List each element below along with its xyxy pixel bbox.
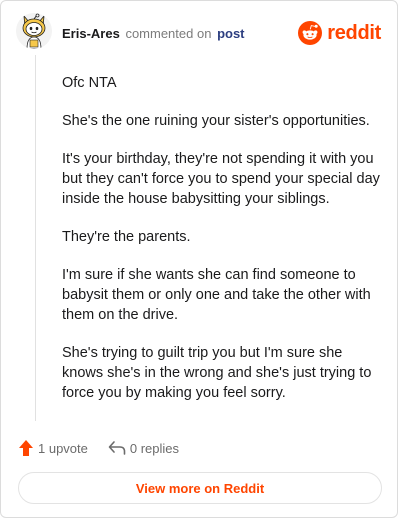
upvote-button[interactable]: 1 upvote (18, 439, 88, 457)
comment-paragraph: She's trying to guilt trip you but I'm s… (62, 345, 372, 401)
view-more-button[interactable]: View more on Reddit (18, 472, 382, 504)
upvote-arrow-icon (19, 440, 33, 456)
comment-body: Ofc NTA She's the one ruining your siste… (62, 73, 380, 421)
post-link[interactable]: post (217, 26, 244, 41)
reddit-logo[interactable]: reddit (298, 19, 381, 47)
comment-paragraph: Ofc NTA (62, 75, 117, 91)
comment-actions: 1 upvote 0 replies (18, 437, 179, 459)
comment-paragraph: She's the one ruining your sister's oppo… (62, 113, 370, 129)
comment-header: Eris-Ares commented on post reddit (16, 13, 383, 53)
author-link[interactable]: Eris-Ares (62, 26, 120, 41)
thread-line (35, 55, 36, 421)
replies-button[interactable]: 0 replies (108, 440, 179, 456)
reddit-wordmark: reddit (327, 21, 381, 44)
comment-paragraph: They're the parents. (62, 229, 191, 245)
snoo-avatar-icon[interactable] (16, 13, 52, 49)
comment-meta: Eris-Ares commented on post (62, 26, 245, 42)
embedded-comment-card: Eris-Ares commented on post reddit Ofc N… (0, 0, 398, 518)
commented-on-text: commented on (125, 26, 212, 41)
replies-count: 0 replies (129, 440, 180, 456)
comment-paragraph: It's your birthday, they're not spending… (62, 151, 380, 207)
comment-paragraph: I'm sure if she wants she can find someo… (62, 267, 371, 323)
upvote-count: 1 upvote (38, 440, 88, 456)
reply-arrow-icon (108, 441, 126, 455)
reddit-snoo-icon (298, 21, 323, 45)
